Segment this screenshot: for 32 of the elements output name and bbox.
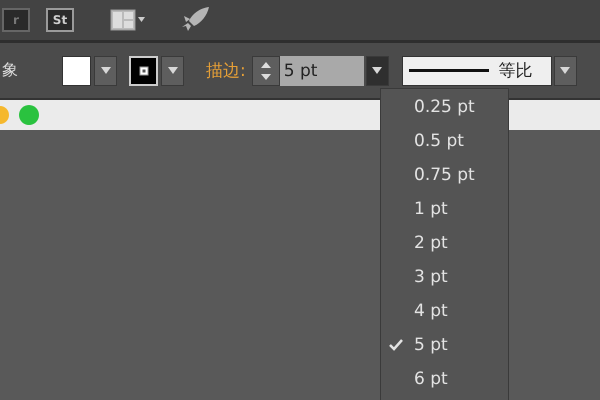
menu-item[interactable]: 3 pt [381, 260, 508, 294]
line-icon [408, 68, 489, 72]
menu-item[interactable]: 5 pt [381, 328, 508, 362]
weight-dropdown-button[interactable] [366, 56, 389, 86]
caret-icon [100, 67, 110, 74]
fill-dropdown-button[interactable] [94, 56, 117, 86]
stepper-icon [260, 60, 272, 82]
check-icon [389, 339, 403, 351]
stroke-swatch[interactable] [129, 56, 158, 86]
menu-item[interactable]: 2 pt [381, 226, 508, 260]
stroke-label: 描边: [206, 60, 246, 82]
caret-icon [372, 67, 382, 74]
stroke-dropdown-button[interactable] [161, 56, 184, 86]
menu-item[interactable]: 0.5 pt [381, 124, 508, 158]
caret-icon [560, 67, 570, 74]
stroke-weight-field[interactable]: 5 pt [280, 56, 364, 86]
menu-item[interactable]: 1 pt [381, 192, 508, 226]
profile-caret-button[interactable] [554, 56, 577, 86]
maximize-dot-icon[interactable] [19, 105, 39, 125]
menu-item[interactable]: 6 pt [381, 362, 508, 396]
app-icon[interactable]: r [2, 8, 30, 32]
caret-icon [168, 67, 178, 74]
fill-swatch[interactable] [62, 56, 91, 86]
menu-item[interactable]: 0.75 pt [381, 158, 508, 192]
stroke-icon [138, 66, 148, 76]
stepper-button[interactable] [252, 56, 280, 86]
layout-icon[interactable] [110, 9, 146, 31]
profile-dropdown[interactable]: 等比 [402, 56, 552, 86]
app-icon[interactable]: St [46, 8, 74, 32]
toolbar-label: 象 [2, 60, 18, 81]
menu-item[interactable]: 0.25 pt [381, 90, 508, 124]
menu-item[interactable]: 4 pt [381, 294, 508, 328]
